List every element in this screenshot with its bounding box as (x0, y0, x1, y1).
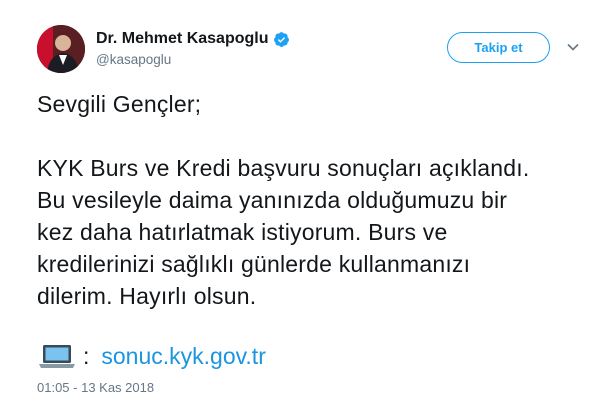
tweet-text: Sevgili Gençler; KYK Burs ve Kredi başvu… (37, 88, 597, 312)
follow-button[interactable]: Takip et (447, 32, 550, 63)
author-handle[interactable]: @kasapoglu (96, 52, 171, 67)
tweet-line: Bu vesileyle daima yanınızda olduğumuzu … (37, 187, 508, 213)
tweet-link[interactable]: sonuc.kyk.gov.tr (101, 340, 265, 372)
tweet-line: dilerim. Hayırlı olsun. (37, 283, 257, 309)
link-prefix: : (83, 343, 90, 369)
tweet-link-line: : sonuc.kyk.gov.tr (37, 340, 266, 372)
tweet-greeting: Sevgili Gençler; (37, 91, 202, 117)
author-name[interactable]: Dr. Mehmet Kasapoglu (96, 30, 268, 48)
tweet-line: KYK Burs ve Kredi başvuru sonuçları açık… (37, 155, 530, 181)
tweet-line: kez daha hatırlatmak istiyorum. Burs ve (37, 219, 448, 245)
author-name-row[interactable]: Dr. Mehmet Kasapoglu (96, 30, 290, 48)
laptop-emoji-icon (39, 345, 75, 368)
avatar[interactable] (37, 25, 85, 73)
tweet-line: kredilerinizi sağlıklı günlerde kullanma… (37, 251, 471, 277)
verified-badge-icon (274, 31, 290, 47)
chevron-down-icon[interactable] (566, 40, 580, 54)
tweet-timestamp[interactable]: 01:05 - 13 Kas 2018 (37, 380, 154, 395)
